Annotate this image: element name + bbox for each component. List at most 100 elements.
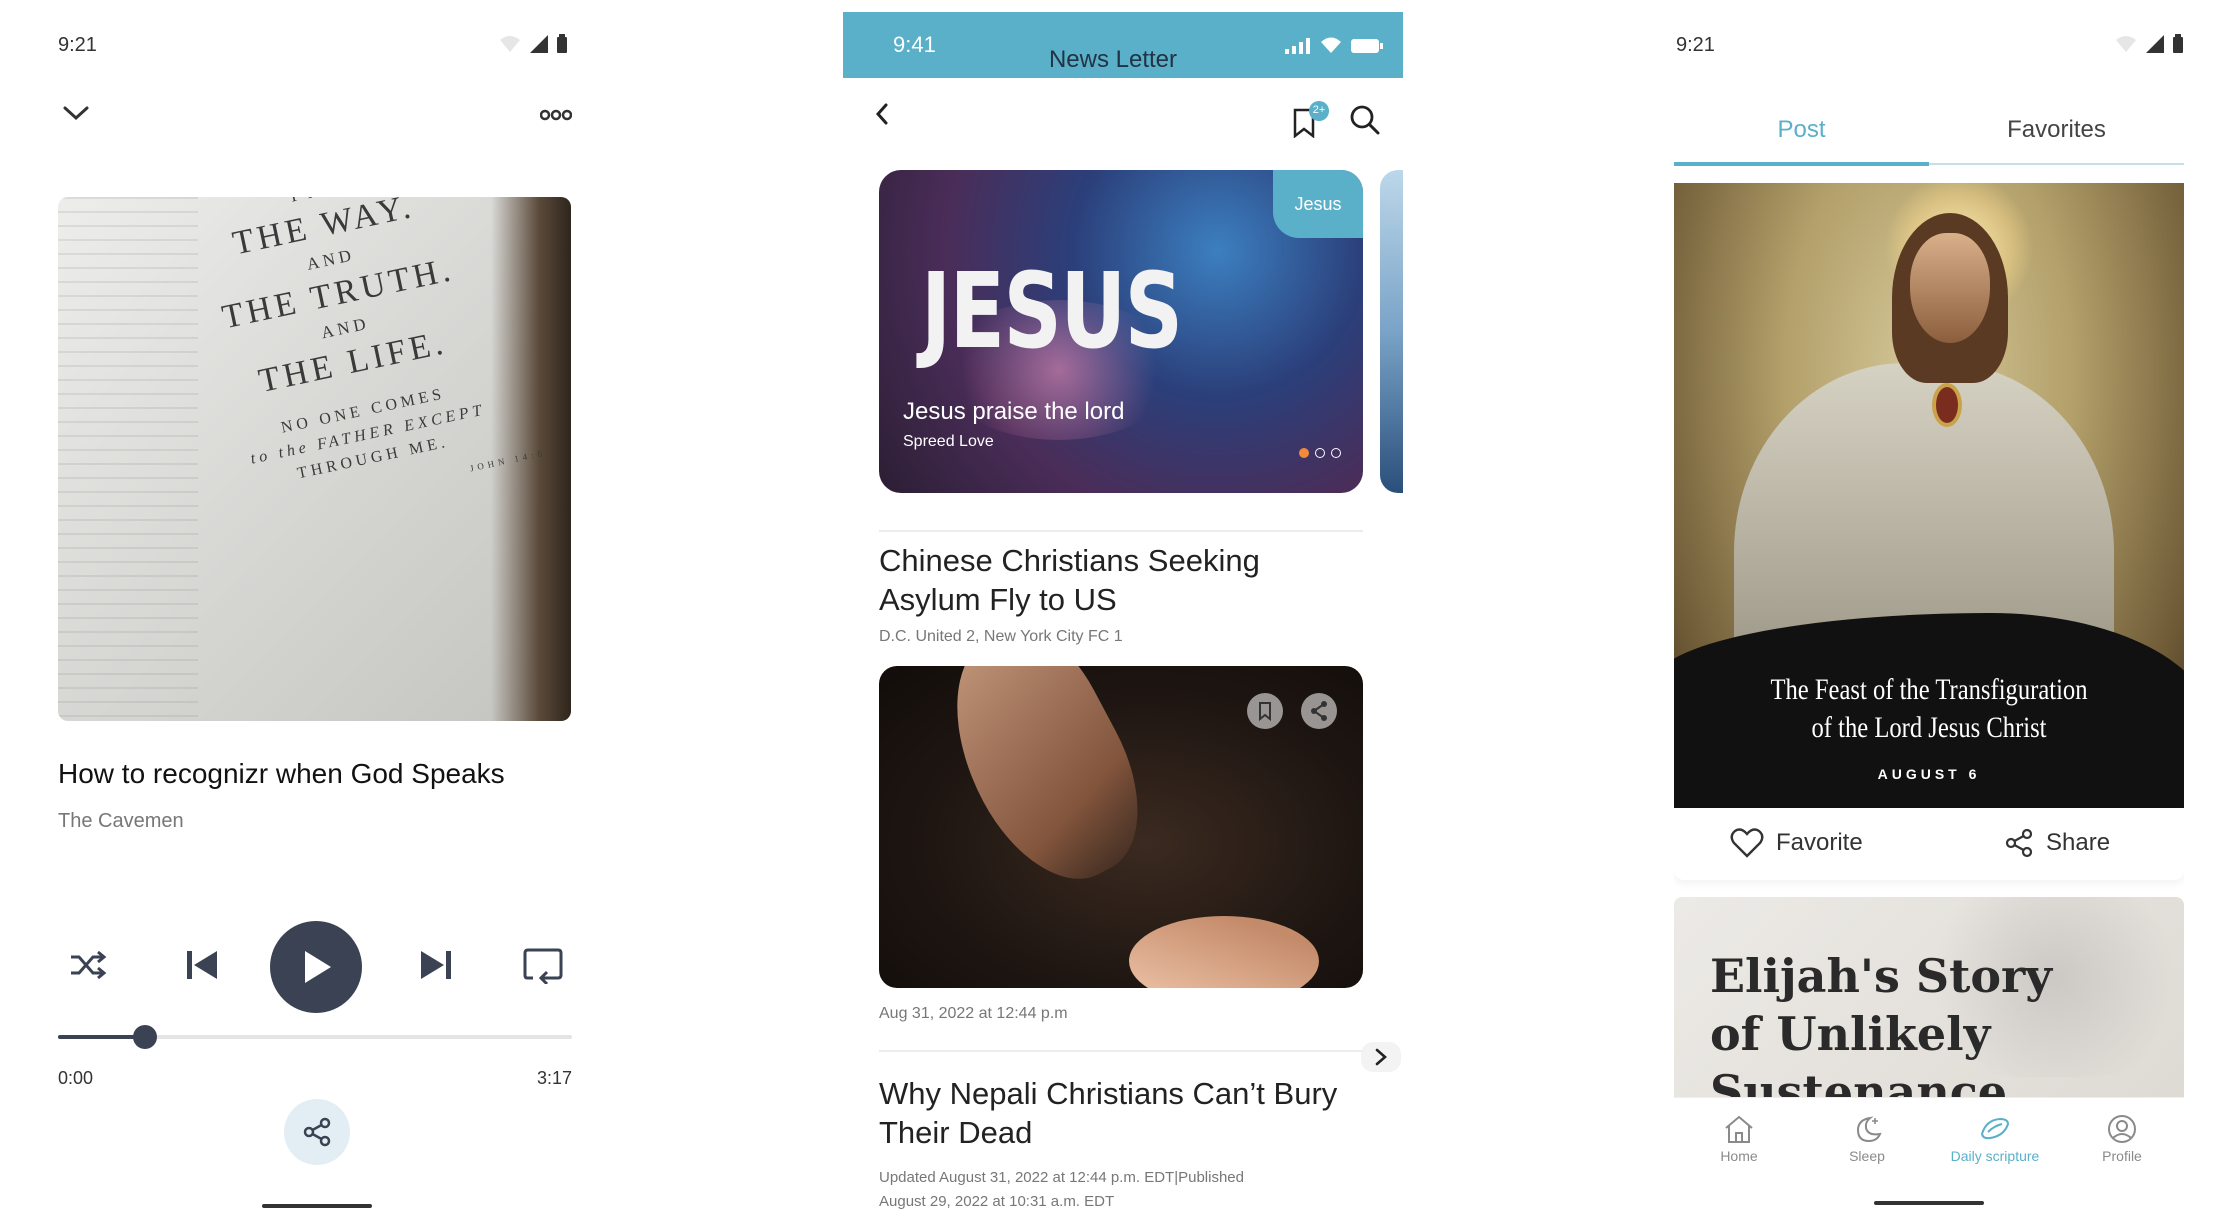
- post-caption-line2: of the Lord Jesus Christ: [1811, 711, 2047, 744]
- signal-icon: [1285, 38, 1310, 54]
- track-title: How to recognizr when God Speaks: [58, 758, 505, 789]
- cover-verse: I AM THE WAY. AND THE TRUTH. AND THE LIF…: [218, 197, 547, 483]
- post-caption-line1: The Feast of the Transfiguration: [1770, 673, 2088, 706]
- shuffle-button[interactable]: [68, 945, 108, 985]
- article-meta: Updated August 31, 2022 at 12:44 p.m. ED…: [879, 1169, 1244, 1210]
- search-icon: [1350, 105, 1380, 135]
- play-icon: [305, 951, 331, 983]
- repeat-button[interactable]: [522, 945, 564, 987]
- battery-icon: [1351, 39, 1383, 53]
- bottom-navigation: Home Sleep Daily scripture Profile: [1674, 1097, 2184, 1181]
- nav-sleep[interactable]: Sleep: [1812, 1114, 1922, 1164]
- chevron-down-icon: [63, 106, 89, 121]
- next-arrow-button[interactable]: [1361, 1042, 1401, 1072]
- wifi-icon: [500, 36, 520, 52]
- article-image[interactable]: [879, 666, 1363, 988]
- share-icon: [2005, 828, 2033, 858]
- carousel-dots[interactable]: [1299, 448, 1341, 458]
- nav-home[interactable]: Home: [1684, 1114, 1794, 1164]
- next-featured-card[interactable]: [1380, 170, 1403, 493]
- home-indicator: [262, 1204, 372, 1208]
- hero-word: JESUS: [921, 250, 1183, 372]
- progress-bar[interactable]: [58, 1025, 572, 1049]
- play-button[interactable]: [270, 921, 362, 1013]
- status-icons: [498, 34, 568, 54]
- time-elapsed: 0:00: [58, 1068, 94, 1088]
- scripture-post-card[interactable]: The Feast of the Transfiguration of the …: [1674, 183, 2184, 808]
- profile-icon: [2108, 1115, 2136, 1143]
- nav-profile[interactable]: Profile: [2067, 1114, 2177, 1164]
- newsletter-screen: 9:41 News Letter 2+ JESUS Jesus Jesus pr…: [843, 0, 1403, 1214]
- article-date: Aug 31, 2022 at 12:44 p.m: [879, 1005, 1068, 1022]
- skip-previous-icon: [187, 951, 217, 979]
- album-cover: I AM THE WAY. AND THE TRUTH. AND THE LIF…: [58, 197, 571, 721]
- bookmarks-button[interactable]: 2+: [1291, 100, 1331, 138]
- player-screen: 9:21 I AM THE WAY. AND THE TRUTH.: [58, 0, 574, 1214]
- progress-handle[interactable]: [133, 1025, 158, 1049]
- scripture-screen: 9:21 Post Favorites The Feast of the Tra…: [1674, 0, 2184, 1214]
- active-tab-indicator: [1674, 162, 1929, 166]
- shuffle-icon: [71, 950, 107, 980]
- post-date: AUGUST 6: [1877, 766, 1981, 782]
- heart-icon: [1730, 828, 1764, 858]
- collapse-button[interactable]: [62, 103, 90, 123]
- header-bar: 9:41 News Letter: [843, 12, 1403, 78]
- chevron-left-icon: [875, 103, 888, 125]
- tab-underline: [1929, 163, 2184, 165]
- scripture-post-card[interactable]: Elijah's Story of Unlikely Sustenance: [1674, 897, 2184, 1097]
- more-dots-icon: [540, 109, 572, 121]
- notification-badge: 2+: [1312, 104, 1326, 116]
- category-badge[interactable]: Jesus: [1273, 170, 1363, 238]
- chevron-right-icon: [1375, 1048, 1387, 1066]
- track-artist: The Cavemen: [58, 810, 184, 832]
- status-time: 9:21: [1676, 34, 1715, 56]
- nav-label: Daily scripture: [1950, 1148, 2040, 1164]
- showcase-canvas: 9:21 I AM THE WAY. AND THE TRUTH.: [0, 0, 2218, 1214]
- tab-favorites[interactable]: Favorites: [1929, 116, 2184, 144]
- battery-icon: [2173, 34, 2183, 53]
- more-options-button[interactable]: [540, 108, 572, 122]
- moon-icon: [1856, 1116, 1882, 1143]
- tab-post[interactable]: Post: [1674, 116, 1929, 144]
- repeat-icon: [523, 948, 563, 984]
- nav-label: Profile: [2102, 1148, 2142, 1164]
- share-label: Share: [2046, 829, 2111, 856]
- home-indicator: [1874, 1201, 1984, 1205]
- status-time: 9:21: [58, 34, 97, 56]
- share-button[interactable]: Share: [2004, 828, 2110, 858]
- share-button[interactable]: [284, 1099, 350, 1165]
- favorite-button[interactable]: Favorite: [1730, 828, 1863, 858]
- featured-card[interactable]: JESUS Jesus Jesus praise the lord Spreed…: [879, 170, 1363, 493]
- favorite-label: Favorite: [1776, 829, 1863, 856]
- share-button[interactable]: [1301, 693, 1337, 729]
- nav-label: Home: [1720, 1148, 1758, 1164]
- next-button[interactable]: [416, 945, 456, 985]
- carousel-dot[interactable]: [1331, 448, 1341, 458]
- search-button[interactable]: [1349, 104, 1381, 136]
- divider: [879, 530, 1363, 532]
- carousel-dot[interactable]: [1299, 448, 1309, 458]
- scripture-icon: [1980, 1117, 2010, 1140]
- share-icon: [1311, 701, 1327, 721]
- article-title[interactable]: Chinese Christians Seeking Asylum Fly to…: [879, 541, 1260, 619]
- signal-icon: [530, 35, 548, 53]
- article-title[interactable]: Why Nepali Christians Can’t Bury Their D…: [879, 1074, 1337, 1152]
- bookmark-button[interactable]: [1247, 693, 1283, 729]
- back-button[interactable]: [873, 102, 891, 126]
- wifi-icon: [1321, 37, 1341, 53]
- nav-label: Sleep: [1849, 1148, 1885, 1164]
- nav-daily-scripture[interactable]: Daily scripture: [1940, 1114, 2050, 1164]
- divider: [879, 1050, 1363, 1052]
- bookmark-icon: [1259, 702, 1271, 722]
- featured-title: Jesus praise the lord: [903, 398, 1125, 425]
- featured-subtitle: Spreed Love: [903, 433, 994, 450]
- post-actions: Favorite Share: [1674, 808, 2184, 880]
- home-icon: [1725, 1115, 1753, 1143]
- previous-button[interactable]: [182, 945, 222, 985]
- wifi-icon: [2116, 36, 2136, 52]
- article-meta: D.C. United 2, New York City FC 1: [879, 628, 1123, 645]
- skip-next-icon: [421, 951, 451, 979]
- carousel-dot[interactable]: [1315, 448, 1325, 458]
- status-icons: [2114, 34, 2184, 54]
- status-icons: [1285, 36, 1383, 54]
